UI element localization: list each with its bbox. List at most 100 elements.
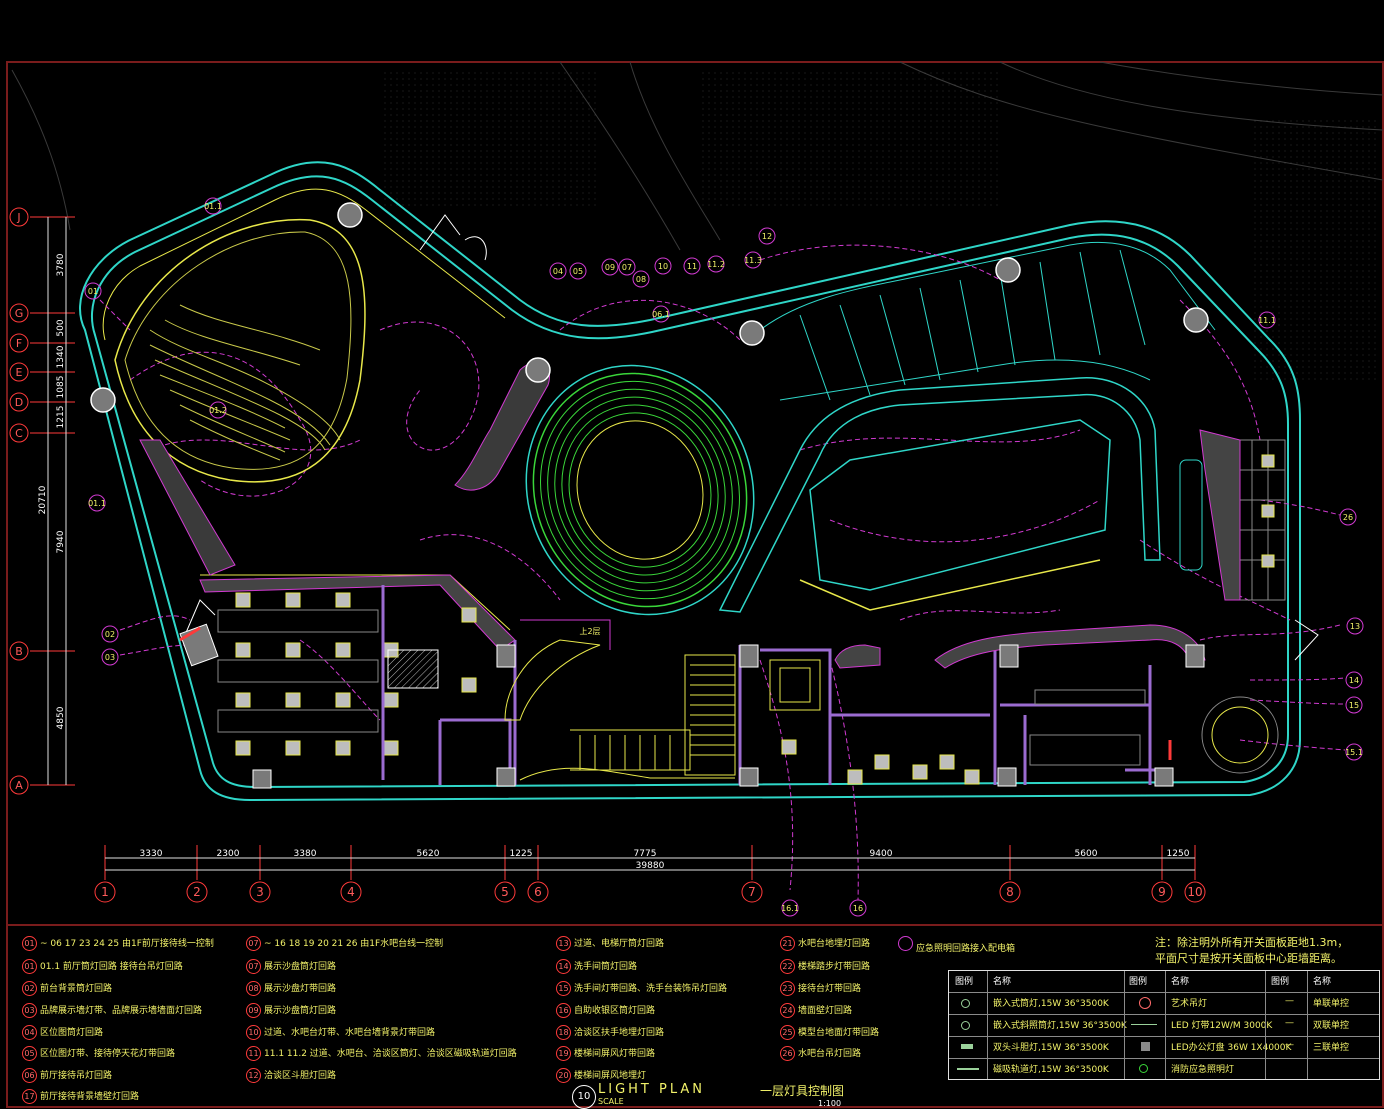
- total-width-dim: 39880: [636, 861, 665, 871]
- reception-desk: [179, 623, 219, 667]
- legend-item: 13 过道、电梯厅筒灯回路: [556, 936, 664, 951]
- col-dim-4: 5620: [417, 849, 440, 859]
- col-dim-2: 2300: [217, 849, 240, 859]
- legend-item: 11 11.1 11.2 过道、水吧台、洽谈区筒灯、洽谈区磁吸轨道灯回路: [246, 1046, 517, 1061]
- col-dim-9: 1250: [1167, 849, 1190, 859]
- col-dim-3: 3380: [294, 849, 317, 859]
- site-landscape: [11, 61, 1384, 251]
- legend-item: 03 品牌展示墙灯带、品牌展示墙墙面灯回路: [22, 1003, 202, 1018]
- legend-item: 20 楼梯间屏风地埋灯: [556, 1068, 646, 1083]
- double-spotlight-icon: [961, 1044, 973, 1049]
- elevator-shaft: [769, 659, 821, 711]
- col-label-6: 6: [534, 885, 542, 899]
- circuit-tag-bubbles: [84, 197, 1364, 917]
- table-row: 嵌入式筒灯,15W 36°3500K 艺术吊灯 — 单联单控: [949, 992, 1379, 1014]
- col-dim-6: 7775: [634, 849, 657, 859]
- tag-01: 01: [88, 287, 98, 296]
- table-header-row: 图例 名称 图例 名称 图例 名称: [955, 977, 1332, 987]
- legend-item: 16 自助收银区筒灯回路: [556, 1003, 655, 1018]
- tag-05: 05: [573, 267, 583, 276]
- track-light-icon: [957, 1068, 979, 1070]
- row-dimension-lines: [47, 217, 67, 785]
- tag-06-1: 06.1: [652, 310, 670, 319]
- tag-11-1: 11.1: [1258, 316, 1276, 325]
- col-dim-7: 9400: [870, 849, 893, 859]
- tag-08: 08: [636, 275, 646, 284]
- row-label-E: E: [16, 366, 23, 379]
- emergency-circle-icon: [898, 936, 913, 951]
- legend-item: 25 模型台地面灯带回路: [780, 1025, 879, 1040]
- legend-item: 01 ~ 06 17 23 24 25 由1F前厅接待线一控制: [22, 936, 214, 951]
- legend-item: 07 ~ 16 18 19 20 21 26 由1F水吧台线一控制: [246, 936, 443, 951]
- right-hatched-strip: [1199, 429, 1241, 601]
- legend-item: 10 过道、水吧台灯带、水吧台墙背景灯带回路: [246, 1025, 435, 1040]
- perimeter-led-strip: [102, 188, 511, 631]
- row-bubbles: [9, 207, 29, 795]
- row-dim-2: 500: [56, 319, 66, 336]
- legend-item: 22 楼梯踏步灯带回路: [780, 959, 870, 974]
- legend-item: 02 前台背景筒灯回路: [22, 981, 112, 996]
- row-dim-6: 7940: [56, 530, 66, 553]
- entrance-doors: [184, 214, 1319, 661]
- col-label-4: 4: [347, 885, 355, 899]
- tag-02: 02: [105, 630, 115, 639]
- col-label-9: 9: [1158, 885, 1166, 899]
- row-dim-5: 1215: [56, 406, 66, 429]
- drawing-title-cn: 一层灯具控制图: [760, 1084, 845, 1098]
- col-dim-8: 5600: [1075, 849, 1098, 859]
- tag-16-1: 16.1: [781, 904, 799, 913]
- table-divider: [987, 971, 988, 1079]
- row-dim-1: 3780: [56, 253, 66, 276]
- col-label-8: 8: [1006, 885, 1014, 899]
- elevator-hatch: [387, 649, 439, 689]
- col-label-3: 3: [256, 885, 264, 899]
- legend-item: 17 前厅接待背景墙壁灯回路: [22, 1089, 139, 1104]
- row-label-B: B: [15, 645, 23, 658]
- table-divider: [1265, 971, 1266, 1079]
- total-height-dim: 20710: [38, 485, 48, 514]
- general-note: 注：除注明外所有开关面板距地1.3m， 平面尺寸是按开关面板中心距墙距离。: [1155, 936, 1349, 965]
- table-row: 嵌入式斜照筒灯,15W 36°3500K LED 灯带12W/M 3000K —…: [949, 1014, 1379, 1036]
- row-label-J: J: [16, 211, 20, 224]
- led-strip-icon: [1131, 1024, 1157, 1025]
- scale-value: 1:100: [818, 1099, 842, 1108]
- waterbar-inner: [779, 359, 1151, 401]
- downlight-icon: [961, 999, 970, 1008]
- tag-11: 11: [687, 262, 697, 271]
- circuit-wiring: [99, 244, 1346, 901]
- legend-item: 15 洗手间灯带回路、洗手台装饰吊灯回路: [556, 981, 727, 996]
- tag-14: 14: [1349, 676, 1359, 685]
- site-dots: [380, 70, 1380, 380]
- tag-01-1-top: 01.1: [204, 202, 222, 211]
- tag-10: 10: [658, 262, 668, 271]
- row-label-D: D: [15, 396, 23, 409]
- legend-item: 24 墙面壁灯回路: [780, 1003, 852, 1018]
- tag-09: 09: [605, 263, 615, 272]
- angled-downlight-icon: [961, 1021, 970, 1030]
- interior-walls: [381, 585, 1165, 785]
- tag-01-1-left: 01.1: [88, 499, 106, 508]
- legend-item: 19 楼梯间屏风灯带回路: [556, 1046, 655, 1061]
- drawing-title-en: LIGHT PLAN: [598, 1082, 705, 1097]
- planter-strip-left: [139, 439, 236, 576]
- col-label-5: 5: [501, 885, 509, 899]
- table-row: 双头斗胆灯,15W 36°3500K LED办公灯盘 36W 1X4000K —…: [949, 1036, 1379, 1058]
- cashier-desks: [781, 739, 980, 785]
- col-label-2: 2: [193, 885, 201, 899]
- col-label-1: 1: [101, 885, 109, 899]
- tag-07: 07: [622, 263, 632, 272]
- legend-item: 06 前厅接待吊灯回路: [22, 1068, 112, 1083]
- display-cabinet: [1179, 459, 1203, 571]
- table-divider: [1124, 971, 1125, 1079]
- row-dim-4: 1085: [56, 376, 66, 399]
- led-panel-icon: [1141, 1042, 1150, 1051]
- col-label-7: 7: [748, 885, 756, 899]
- tag-13: 13: [1350, 622, 1360, 631]
- tag-11-2: 11.2: [707, 260, 725, 269]
- legend-item: 07 展示沙盘筒灯回路: [246, 959, 336, 974]
- table-row: 磁吸轨道灯,15W 36°3500K 消防应急照明灯: [949, 1058, 1379, 1080]
- legend-item: 05 区位图灯带、接待停天花灯带回路: [22, 1046, 175, 1061]
- legend-item: 14 洗手间筒灯回路: [556, 959, 637, 974]
- stair-up-label: 上2层: [579, 627, 600, 636]
- tag-15-1: 15.1: [1345, 748, 1363, 757]
